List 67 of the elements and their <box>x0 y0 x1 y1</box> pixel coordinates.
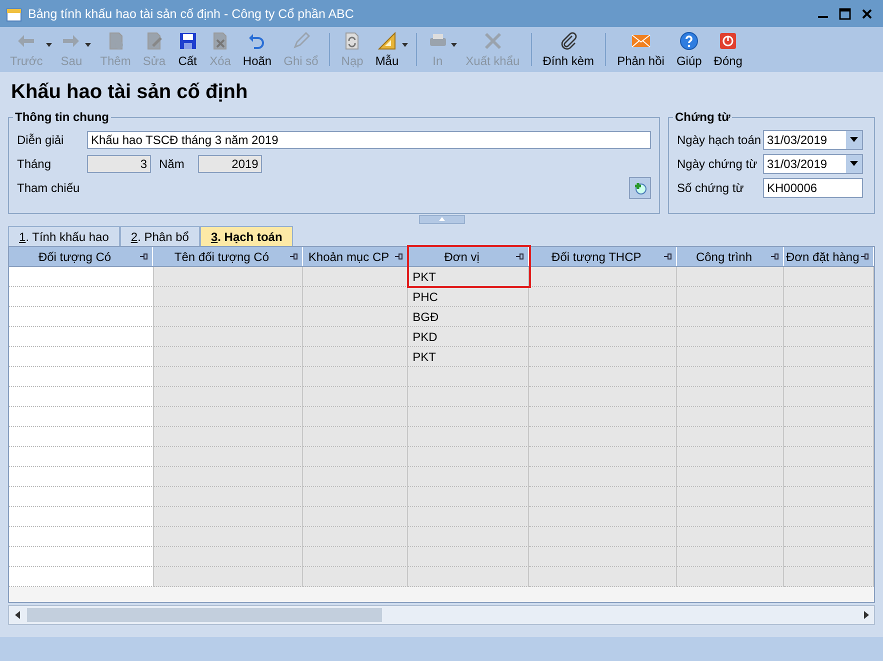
add-reference-button[interactable] <box>629 177 651 199</box>
column-header[interactable]: Công trình <box>676 247 784 266</box>
column-header[interactable]: Đối tượng Có <box>9 247 154 266</box>
horizontal-scrollbar[interactable] <box>8 605 875 625</box>
table-cell: PHC <box>408 287 530 307</box>
pin-icon[interactable] <box>516 253 526 260</box>
column-header[interactable]: Khoản mục CP <box>302 247 408 266</box>
field-label: Tham chiếu <box>17 181 81 195</box>
power-icon <box>718 31 738 51</box>
window-title: Bảng tính khấu hao tài sản cố định - Công ty Cổ phần ABC <box>28 6 355 20</box>
help-icon <box>679 31 700 51</box>
field-label: Diễn giải <box>17 133 65 147</box>
toolbar-button[interactable]: Đóng <box>708 31 748 68</box>
tab[interactable]: 3. Hạch toán <box>200 226 294 246</box>
table-cell: PKT <box>408 267 530 287</box>
pin-icon[interactable] <box>140 253 150 260</box>
year-field[interactable]: 2019 <box>198 155 262 173</box>
up-triangle-icon <box>438 217 444 221</box>
pin-icon[interactable] <box>664 253 673 260</box>
toolbar-button[interactable]: Cất <box>172 31 204 68</box>
toolbar-button[interactable]: Mẫu <box>369 31 405 68</box>
month-field[interactable]: 3 <box>87 155 151 173</box>
scrollbar-thumb[interactable] <box>27 608 382 622</box>
date-field[interactable]: 31/03/2019 <box>763 130 863 150</box>
toolbar-button[interactable]: Hoãn <box>236 31 278 68</box>
group-legend: Chứng từ <box>673 110 732 124</box>
field-label: Tháng <box>17 157 52 171</box>
left-triangle-icon[interactable] <box>14 611 20 619</box>
column-header[interactable]: Đối tượng THCP <box>529 247 677 266</box>
field-label: Số chứng từ <box>677 181 745 195</box>
group-legend: Thông tin chung <box>13 110 111 124</box>
splitter-handle[interactable] <box>418 214 464 224</box>
caret-icon[interactable] <box>44 42 53 48</box>
maximize-icon[interactable] <box>839 8 851 20</box>
calendar-icon <box>6 6 22 22</box>
description-field[interactable]: Khấu hao TSCĐ tháng 3 năm 2019 <box>87 131 651 149</box>
field-label: Năm <box>159 157 184 171</box>
tab[interactable]: 1. Tính khấu hao <box>8 226 120 246</box>
table-cell: BGĐ <box>408 307 530 327</box>
toolbar-button[interactable]: Đính kèm <box>536 31 600 68</box>
toolbar-button[interactable]: Phản hồi <box>611 31 670 68</box>
pin-icon[interactable] <box>771 253 780 260</box>
caret-icon <box>850 161 858 167</box>
tab[interactable]: 2. Phân bổ <box>120 226 200 246</box>
close-icon[interactable] <box>861 8 873 20</box>
cross-icon <box>482 31 503 51</box>
right-triangle-icon[interactable] <box>864 611 868 619</box>
caret-icon <box>850 137 858 143</box>
pin-icon[interactable] <box>394 253 404 260</box>
caret-icon[interactable] <box>84 42 92 48</box>
field-label: Ngày chứng từ <box>677 157 758 171</box>
pencil-icon <box>290 31 311 51</box>
pin-icon[interactable] <box>290 253 299 260</box>
column-header[interactable]: Tên đối tượng Có <box>153 247 303 266</box>
column-header[interactable]: Đơn vị <box>408 247 530 266</box>
magnifier-plus-icon <box>632 180 648 196</box>
voucher-number-field[interactable]: KH00006 <box>763 178 863 198</box>
page-heading: Khấu hao tài sản cố định <box>10 80 249 105</box>
field-label: Ngày hạch toán <box>677 133 762 147</box>
table-cell: PKD <box>408 327 530 347</box>
pin-icon[interactable] <box>861 253 870 260</box>
toolbar-button[interactable]: Giúp <box>670 31 708 68</box>
column-header[interactable]: Đơn đặt hàng <box>784 247 874 266</box>
caret-icon[interactable] <box>400 42 409 48</box>
caret-icon[interactable] <box>450 42 458 48</box>
table-cell: PKT <box>408 347 530 367</box>
date-field[interactable]: 31/03/2019 <box>763 154 863 174</box>
